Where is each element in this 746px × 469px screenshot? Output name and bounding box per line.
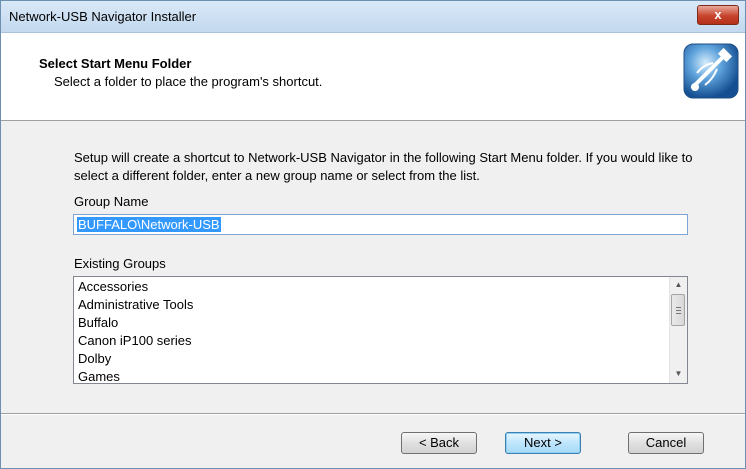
- title-bar[interactable]: Network-USB Navigator Installer x: [1, 1, 745, 33]
- window-title: Network-USB Navigator Installer: [9, 9, 197, 24]
- scroll-up-arrow-icon[interactable]: ▲: [673, 280, 684, 290]
- list-scrollbar[interactable]: ▲ ▼: [669, 277, 687, 383]
- grip-line: [676, 313, 681, 314]
- list-item[interactable]: Dolby: [78, 350, 111, 368]
- group-name-value: BUFFALO\Network-USB: [77, 217, 221, 232]
- existing-groups-list[interactable]: Accessories Administrative Tools Buffalo…: [73, 276, 688, 384]
- back-button[interactable]: < Back: [401, 432, 477, 454]
- list-item[interactable]: Buffalo: [78, 314, 118, 332]
- usb-installer-logo-icon: [683, 43, 739, 99]
- list-item[interactable]: Administrative Tools: [78, 296, 193, 314]
- installer-window: Network-USB Navigator Installer x Select…: [0, 0, 746, 469]
- cancel-button[interactable]: Cancel: [628, 432, 704, 454]
- group-name-label: Group Name: [74, 194, 149, 209]
- list-item[interactable]: Games: [78, 368, 120, 383]
- page-subtitle: Select a folder to place the program's s…: [54, 74, 323, 89]
- description-text: Setup will create a shortcut to Network-…: [74, 150, 693, 183]
- group-name-input[interactable]: BUFFALO\Network-USB: [73, 214, 688, 235]
- grip-line: [676, 310, 681, 311]
- scroll-thumb[interactable]: [671, 294, 685, 326]
- page-title: Select Start Menu Folder: [39, 56, 192, 71]
- close-button[interactable]: x: [697, 5, 739, 25]
- scroll-down-arrow-icon[interactable]: ▼: [673, 369, 684, 379]
- list-item[interactable]: Canon iP100 series: [78, 332, 191, 350]
- list-item[interactable]: Accessories: [78, 278, 148, 296]
- grip-line: [676, 307, 681, 308]
- next-button[interactable]: Next >: [505, 432, 581, 454]
- close-icon: x: [714, 7, 722, 22]
- header-panel: Select Start Menu Folder Select a folder…: [1, 33, 745, 121]
- button-area-divider: [1, 413, 745, 415]
- existing-groups-label: Existing Groups: [74, 256, 166, 271]
